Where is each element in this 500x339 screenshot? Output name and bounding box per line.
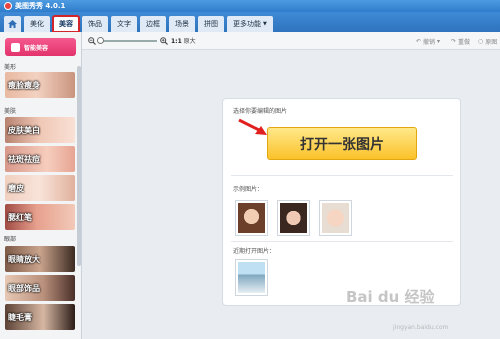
sample-thumbnail[interactable] bbox=[319, 200, 352, 236]
recent-label: 近期打开图片： bbox=[233, 248, 276, 255]
sidebar-item-label: 瘦脸瘦身 bbox=[8, 80, 40, 90]
tab-label: 文字 bbox=[117, 20, 131, 28]
sidebar-scrollbar[interactable] bbox=[77, 66, 81, 266]
tab-frame[interactable]: 边框 bbox=[140, 16, 166, 32]
chevron-down-icon: ▼ bbox=[263, 21, 267, 27]
main-nav: 美化 美容 饰品 文字 边框 场景 拼图 更多功能 ▼ bbox=[0, 12, 500, 33]
sidebar-item-label: 祛斑祛痘 bbox=[8, 154, 40, 164]
section-label-eyes: 眼部 bbox=[4, 236, 17, 243]
open-image-label: 打开一张图片 bbox=[300, 136, 384, 153]
app-logo-icon bbox=[4, 2, 12, 10]
home-icon bbox=[8, 20, 17, 28]
smart-beauty-button[interactable]: 智能美容 bbox=[5, 38, 76, 56]
undo-button[interactable]: ↶ 撤销 ▾ bbox=[416, 37, 440, 46]
title-bar: 美图秀秀 4.0.1 bbox=[0, 0, 500, 12]
tab-label: 饰品 bbox=[88, 20, 102, 28]
sidebar-item-label: 腮红笔 bbox=[8, 212, 32, 222]
sample-image bbox=[322, 203, 349, 233]
sample-image bbox=[238, 203, 265, 233]
zoom-control: 1:1 原大 bbox=[88, 36, 196, 45]
sidebar-item-eye-enlarge[interactable]: 眼睛放大 bbox=[5, 246, 75, 272]
watermark-url: jingyan.baidu.com bbox=[393, 324, 449, 331]
sidebar-item-smooth[interactable]: 磨皮 bbox=[5, 175, 75, 201]
window-title: 美图秀秀 4.0.1 bbox=[15, 2, 66, 10]
reset-label: 原图 bbox=[485, 39, 498, 46]
zoom-in-icon[interactable] bbox=[160, 36, 168, 45]
sidebar-item-label: 皮肤美白 bbox=[8, 125, 40, 135]
smart-beauty-icon bbox=[11, 42, 20, 52]
smart-beauty-label: 智能美容 bbox=[24, 44, 49, 52]
redo-icon: ↷ bbox=[451, 38, 457, 45]
tab-accessories[interactable]: 饰品 bbox=[82, 16, 108, 32]
sidebar-item-label: 睫毛膏 bbox=[8, 312, 32, 322]
sidebar-item-whiten[interactable]: 皮肤美白 bbox=[5, 117, 75, 143]
redo-button[interactable]: ↷ 重做 bbox=[451, 37, 470, 46]
tab-more[interactable]: 更多功能 ▼ bbox=[227, 16, 273, 32]
undo-label: 撤销 bbox=[423, 39, 436, 46]
sidebar-item-label: 眼部饰品 bbox=[8, 283, 40, 293]
home-tab[interactable] bbox=[4, 16, 21, 32]
section-label-shape: 美形 bbox=[4, 64, 17, 71]
sidebar-item-eye-accessory[interactable]: 眼部饰品 bbox=[5, 275, 75, 301]
sample-label: 示例图片： bbox=[233, 186, 264, 193]
tab-label: 美化 bbox=[30, 20, 44, 28]
tab-beautify[interactable]: 美化 bbox=[24, 16, 50, 32]
sample-thumbnail[interactable] bbox=[277, 200, 310, 236]
sidebar: 智能美容 美形 瘦脸瘦身 美肤 皮肤美白 祛斑祛痘 磨皮 腮红笔 眼部 眼睛放大… bbox=[0, 32, 82, 339]
tab-label: 拼图 bbox=[204, 20, 218, 28]
reset-button[interactable]: ○ 原图 bbox=[478, 37, 497, 46]
sample-thumbnail[interactable] bbox=[235, 200, 268, 236]
sample-image bbox=[280, 203, 307, 233]
open-prompt: 选择你要编辑的图片 bbox=[233, 108, 288, 115]
tab-text[interactable]: 文字 bbox=[111, 16, 137, 32]
zoom-slider-handle[interactable] bbox=[97, 36, 104, 44]
sidebar-item-label: 眼睛放大 bbox=[8, 254, 40, 264]
tab-label: 边框 bbox=[146, 20, 160, 28]
undo-icon: ↶ bbox=[416, 38, 422, 45]
red-arrow-icon bbox=[238, 118, 267, 135]
sidebar-item-blush[interactable]: 腮红笔 bbox=[5, 204, 75, 230]
actual-size-ratio: 1:1 bbox=[171, 38, 182, 45]
divider bbox=[231, 241, 453, 242]
sidebar-item-mascara[interactable]: 睫毛膏 bbox=[5, 304, 75, 330]
reset-icon: ○ bbox=[478, 38, 484, 45]
zoom-slider[interactable] bbox=[97, 36, 157, 44]
redo-label: 重做 bbox=[458, 39, 471, 46]
tab-label: 美容 bbox=[59, 20, 73, 28]
sidebar-item-acne[interactable]: 祛斑祛痘 bbox=[5, 146, 75, 172]
tab-label: 更多功能 bbox=[233, 20, 261, 28]
zoom-out-icon[interactable] bbox=[88, 36, 96, 45]
tab-beauty[interactable]: 美容 bbox=[52, 15, 80, 33]
canvas-area: 选择你要编辑的图片 打开一张图片 示例图片： 近期打开图片： bbox=[83, 50, 500, 339]
open-image-button[interactable]: 打开一张图片 bbox=[267, 127, 417, 160]
sidebar-item-slim[interactable]: 瘦脸瘦身 bbox=[5, 72, 75, 98]
section-label-skin: 美肤 bbox=[4, 108, 17, 115]
sidebar-item-label: 磨皮 bbox=[8, 183, 24, 193]
actual-size-button[interactable]: 1:1 原大 bbox=[171, 36, 196, 45]
chevron-down-icon: ▾ bbox=[437, 38, 441, 45]
watermark: Bai du 经验 bbox=[346, 288, 435, 306]
actual-size-label: 原大 bbox=[183, 38, 196, 45]
divider bbox=[231, 175, 453, 176]
tab-label: 场景 bbox=[175, 20, 189, 28]
open-image-panel: 选择你要编辑的图片 打开一张图片 示例图片： 近期打开图片： bbox=[222, 98, 461, 306]
recent-thumbnail[interactable] bbox=[235, 259, 268, 296]
tab-scene[interactable]: 场景 bbox=[169, 16, 195, 32]
tab-collage[interactable]: 拼图 bbox=[198, 16, 224, 32]
recent-image bbox=[238, 262, 265, 293]
